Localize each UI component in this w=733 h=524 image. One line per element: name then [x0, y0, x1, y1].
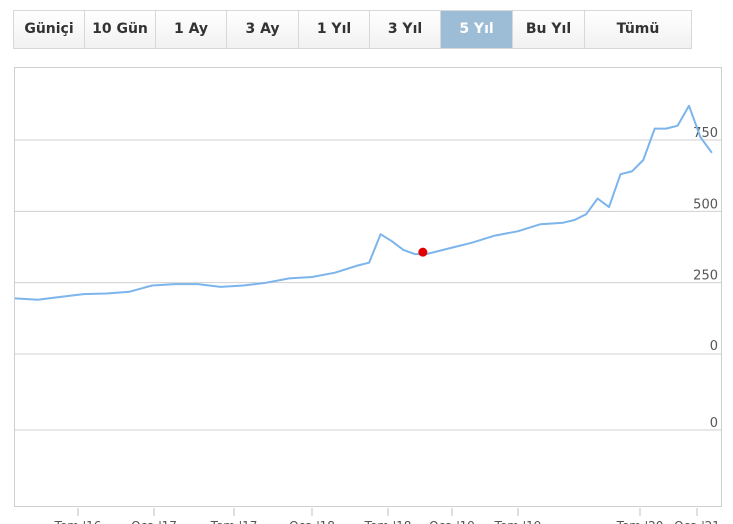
series-line: [14, 104, 713, 301]
y-tick-label: 250: [693, 269, 718, 284]
highlight-point: [418, 247, 428, 257]
x-tick-label: Oca '17: [131, 519, 177, 524]
x-tick-label: Oca '18: [289, 519, 335, 524]
x-tick-label: Tem '20: [616, 519, 664, 524]
x-tick-label: Tem '18: [364, 519, 412, 524]
y-tick-label-extra: 0: [710, 339, 718, 354]
x-tick-label: Tem '19: [494, 519, 542, 524]
x-tick-label: Oca '21: [674, 519, 720, 524]
x-tick-label: Oca '19: [429, 519, 475, 524]
y-tick-label: 500: [693, 197, 718, 212]
x-tick-label: Tem '17: [210, 519, 258, 524]
x-tick-label: Tem '16: [54, 519, 102, 524]
y-tick-label-extra: 0: [710, 416, 718, 431]
price-chart[interactable]: 75050025000Tem '16Oca '17Tem '17Oca '18T…: [0, 0, 733, 524]
